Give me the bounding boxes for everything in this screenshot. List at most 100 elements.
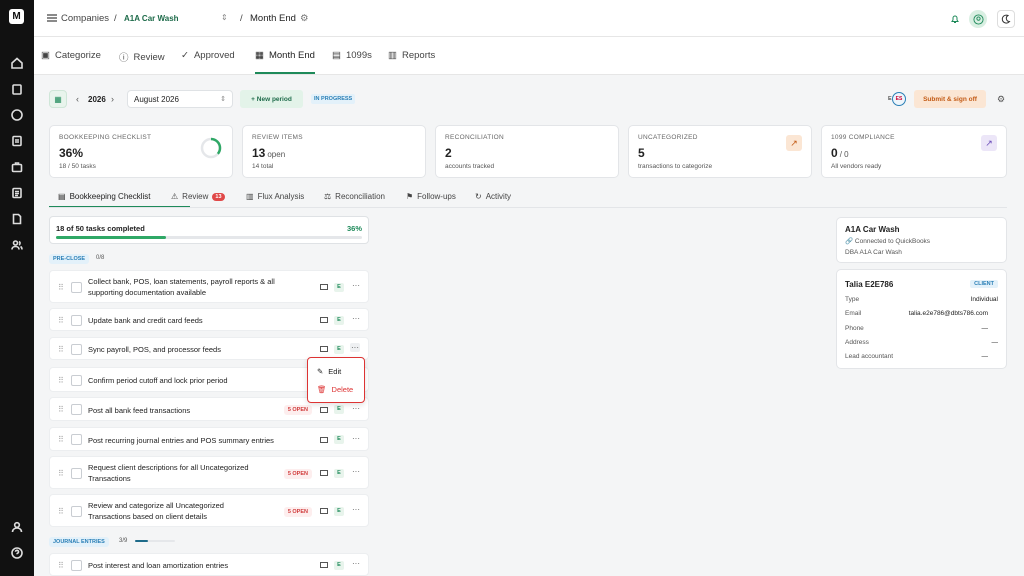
scale-icon: ⚖	[324, 192, 332, 201]
users-icon[interactable]	[9, 237, 25, 253]
edit-menu-item[interactable]: ✎ Edit	[317, 367, 341, 376]
task-checkbox[interactable]	[71, 282, 82, 293]
drag-handle-icon[interactable]: ⠿	[58, 561, 64, 570]
task-row[interactable]: ⠿ Request client descriptions for all Un…	[49, 456, 369, 489]
tab-1099s[interactable]: ▤ 1099s	[332, 50, 372, 61]
hamburger-menu-icon[interactable]	[47, 13, 57, 23]
external-link-icon-2[interactable]: ↗	[981, 135, 997, 151]
notification-bell-icon[interactable]	[946, 10, 964, 28]
briefcase-icon[interactable]	[9, 159, 25, 175]
tab-categorize[interactable]: ▣ Categorize	[41, 50, 101, 61]
drag-handle-icon[interactable]: ⠿	[58, 283, 64, 292]
settings-gear-icon-2[interactable]: ⚙	[997, 90, 1005, 108]
comment-icon[interactable]	[320, 284, 328, 291]
comment-icon[interactable]	[320, 346, 328, 353]
task-checkbox[interactable]	[71, 344, 82, 355]
tab-month-end[interactable]: ▦ Month End	[255, 50, 315, 61]
comment-icon[interactable]	[320, 562, 328, 569]
avatar-es[interactable]: ES	[892, 92, 906, 106]
new-period-button[interactable]: + New period	[240, 90, 303, 108]
app-logo[interactable]: M	[9, 9, 24, 24]
open-count-badge[interactable]: 5 OPEN	[283, 469, 312, 479]
card-bookkeeping-checklist[interactable]: BOOKKEEPING CHECKLIST 36% 18 / 50 tasks	[49, 125, 233, 178]
more-options-icon[interactable]: ···	[352, 434, 360, 443]
comment-icon[interactable]	[320, 470, 328, 477]
drag-handle-icon[interactable]: ⠿	[58, 507, 64, 516]
subtab-reconciliation[interactable]: ⚖ Reconciliation	[324, 192, 385, 201]
file-icon[interactable]	[9, 211, 25, 227]
breadcrumb-company[interactable]: A1A Car Wash	[124, 14, 179, 23]
more-options-icon[interactable]: ···	[352, 404, 360, 413]
drag-handle-icon[interactable]: ⠿	[58, 435, 64, 444]
submit-sign-off-button[interactable]: Submit & sign off	[914, 90, 986, 108]
more-options-icon[interactable]: ···	[350, 343, 360, 352]
tab-reports[interactable]: ▥ Reports	[388, 50, 435, 61]
compass-icon[interactable]	[9, 107, 25, 123]
task-row[interactable]: ⠿ Review and categorize all Uncategorize…	[49, 494, 369, 527]
card-1099-compliance[interactable]: 1099 COMPLIANCE 0/ 0 All vendors ready ↗	[821, 125, 1007, 178]
external-link-icon[interactable]: ↗	[786, 135, 802, 151]
comment-icon[interactable]	[320, 407, 328, 414]
card-review-items[interactable]: REVIEW ITEMS 13 open 14 total	[242, 125, 426, 178]
calendar-icon-button[interactable]: ▦	[49, 90, 67, 108]
month-select[interactable]: August 2026 ⇕	[127, 90, 233, 108]
tab-review[interactable]: ⓘ Review	[119, 50, 165, 65]
document-icon[interactable]	[9, 185, 25, 201]
task-row[interactable]: ⠿ Post recurring journal entries and POS…	[49, 427, 369, 451]
chart-icon: ▥	[246, 192, 254, 201]
clipboard-icon[interactable]	[9, 81, 25, 97]
more-options-icon[interactable]: ···	[352, 467, 360, 476]
drag-handle-icon[interactable]: ⠿	[58, 469, 64, 478]
file-text-icon: ▤	[332, 50, 341, 61]
task-checkbox[interactable]	[71, 468, 82, 479]
task-row[interactable]: ⠿ Collect bank, POS, loan statements, pa…	[49, 270, 369, 303]
user-avatar[interactable]	[969, 10, 987, 28]
breadcrumb-companies[interactable]: Companies	[61, 13, 109, 24]
comment-icon[interactable]	[320, 437, 328, 444]
prev-year-chevron-icon[interactable]: ‹	[76, 90, 79, 108]
settings-gear-icon[interactable]: ⚙	[300, 13, 309, 24]
drag-handle-icon[interactable]: ⠿	[58, 316, 64, 325]
comment-icon[interactable]	[320, 317, 328, 324]
subtab-review[interactable]: ⚠ Review 13	[171, 192, 225, 201]
subtab-activity[interactable]: ↻ Activity	[475, 192, 511, 201]
client-email-value[interactable]: talia.e2e786@dbts786.com	[909, 310, 988, 317]
ledger-icon[interactable]	[9, 133, 25, 149]
more-options-icon[interactable]: ···	[352, 314, 360, 323]
task-checkbox[interactable]	[71, 315, 82, 326]
client-phone-value: —	[981, 325, 989, 332]
task-checkbox[interactable]	[71, 434, 82, 445]
company-switch-icon[interactable]: ⇕	[221, 13, 228, 22]
more-options-icon[interactable]: ···	[352, 559, 360, 568]
home-icon[interactable]	[9, 55, 25, 71]
delete-menu-item[interactable]: 🗑 Delete	[317, 385, 353, 394]
card-value: 36%	[59, 146, 84, 160]
task-label: Confirm period cutoff and lock prior per…	[88, 376, 228, 385]
card-reconciliation[interactable]: RECONCILIATION 2 accounts tracked	[435, 125, 619, 178]
task-row[interactable]: ⠿ Update bank and credit card feeds E ···	[49, 308, 369, 331]
more-options-icon[interactable]: ···	[352, 505, 360, 514]
subtab-flux-analysis[interactable]: ▥ Flux Analysis	[246, 192, 304, 201]
task-checkbox[interactable]	[71, 375, 82, 386]
breadcrumb-page[interactable]: Month End	[250, 13, 296, 24]
more-options-icon[interactable]: ···	[352, 281, 360, 290]
open-count-badge[interactable]: 5 OPEN	[283, 405, 312, 415]
drag-handle-icon[interactable]: ⠿	[58, 376, 64, 385]
task-checkbox[interactable]	[71, 506, 82, 517]
subtab-bookkeeping-checklist[interactable]: ▤ Bookkeeping Checklist	[58, 192, 151, 201]
card-uncategorized[interactable]: UNCATEGORIZED 5 transactions to categori…	[628, 125, 812, 178]
drag-handle-icon[interactable]: ⠿	[58, 405, 64, 414]
next-year-chevron-icon[interactable]: ›	[111, 90, 114, 108]
comment-icon[interactable]	[320, 508, 328, 515]
task-checkbox[interactable]	[71, 404, 82, 415]
task-row[interactable]: ⠿ Post interest and loan amortization en…	[49, 553, 369, 576]
lead-accountant-key: Lead accountant	[845, 353, 894, 360]
drag-handle-icon[interactable]: ⠿	[58, 345, 64, 354]
dark-mode-moon-icon[interactable]	[997, 10, 1015, 28]
tab-approved[interactable]: ✓ Approved	[181, 50, 235, 61]
help-icon[interactable]	[9, 545, 25, 561]
profile-icon[interactable]	[9, 519, 25, 535]
subtab-follow-ups[interactable]: ⚑ Follow-ups	[406, 192, 456, 201]
task-checkbox[interactable]	[71, 560, 82, 571]
open-count-badge[interactable]: 5 OPEN	[283, 507, 312, 517]
